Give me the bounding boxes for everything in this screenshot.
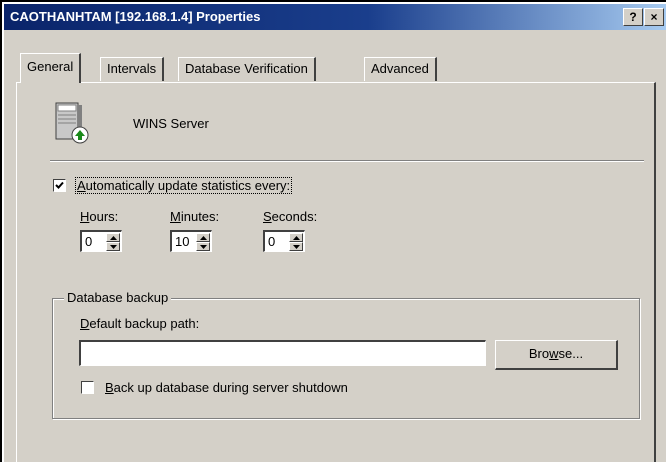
- seconds-spinner[interactable]: 0: [263, 230, 305, 252]
- auto-update-checkbox[interactable]: [53, 179, 66, 192]
- arrow-up-icon: [293, 236, 300, 240]
- shutdown-backup-label[interactable]: Back up database during server shutdown: [105, 380, 348, 395]
- browse-button[interactable]: Browse...: [495, 340, 618, 370]
- backup-path-label: Default backup path:: [80, 316, 200, 331]
- minutes-value[interactable]: 10: [175, 234, 189, 249]
- arrow-down-icon: [293, 245, 300, 249]
- hours-value[interactable]: 0: [85, 234, 92, 249]
- minutes-label: Minutes:: [170, 209, 220, 224]
- minutes-up-button[interactable]: [196, 233, 210, 242]
- tab-general[interactable]: General: [20, 53, 82, 83]
- hours-up-button[interactable]: [106, 233, 120, 242]
- backup-path-input[interactable]: [79, 340, 486, 366]
- shutdown-backup-checkbox[interactable]: [81, 381, 94, 394]
- divider: [50, 160, 644, 162]
- server-label: WINS Server: [133, 116, 209, 131]
- close-button[interactable]: ×: [644, 8, 664, 26]
- checkmark-icon: [55, 181, 64, 189]
- hours-spinner[interactable]: 0: [80, 230, 122, 252]
- window-title: CAOTHANHTAM [192.168.1.4] Properties: [10, 9, 261, 24]
- help-button[interactable]: ?: [623, 8, 643, 26]
- minutes-down-button[interactable]: [196, 242, 210, 251]
- arrow-down-icon: [200, 245, 207, 249]
- minutes-spinner[interactable]: 10: [170, 230, 212, 252]
- title-bar: CAOTHANHTAM [192.168.1.4] Properties ? ×: [4, 4, 666, 30]
- server-icon: [52, 101, 92, 145]
- seconds-value[interactable]: 0: [268, 234, 275, 249]
- seconds-down-button[interactable]: [289, 242, 303, 251]
- seconds-label: Seconds:: [263, 209, 318, 224]
- arrow-up-icon: [110, 236, 117, 240]
- seconds-up-button[interactable]: [289, 233, 303, 242]
- tab-database-verification[interactable]: Database Verification: [178, 57, 316, 81]
- hours-down-button[interactable]: [106, 242, 120, 251]
- auto-update-label[interactable]: Automatically update statistics every:: [74, 177, 293, 194]
- arrow-up-icon: [200, 236, 207, 240]
- tab-intervals[interactable]: Intervals: [100, 57, 165, 81]
- arrow-down-icon: [110, 245, 117, 249]
- properties-dialog: CAOTHANHTAM [192.168.1.4] Properties ? ×…: [4, 4, 666, 462]
- hours-label: Hours:: [80, 209, 119, 224]
- database-backup-title: Database backup: [64, 290, 172, 305]
- tab-advanced[interactable]: Advanced: [364, 57, 437, 81]
